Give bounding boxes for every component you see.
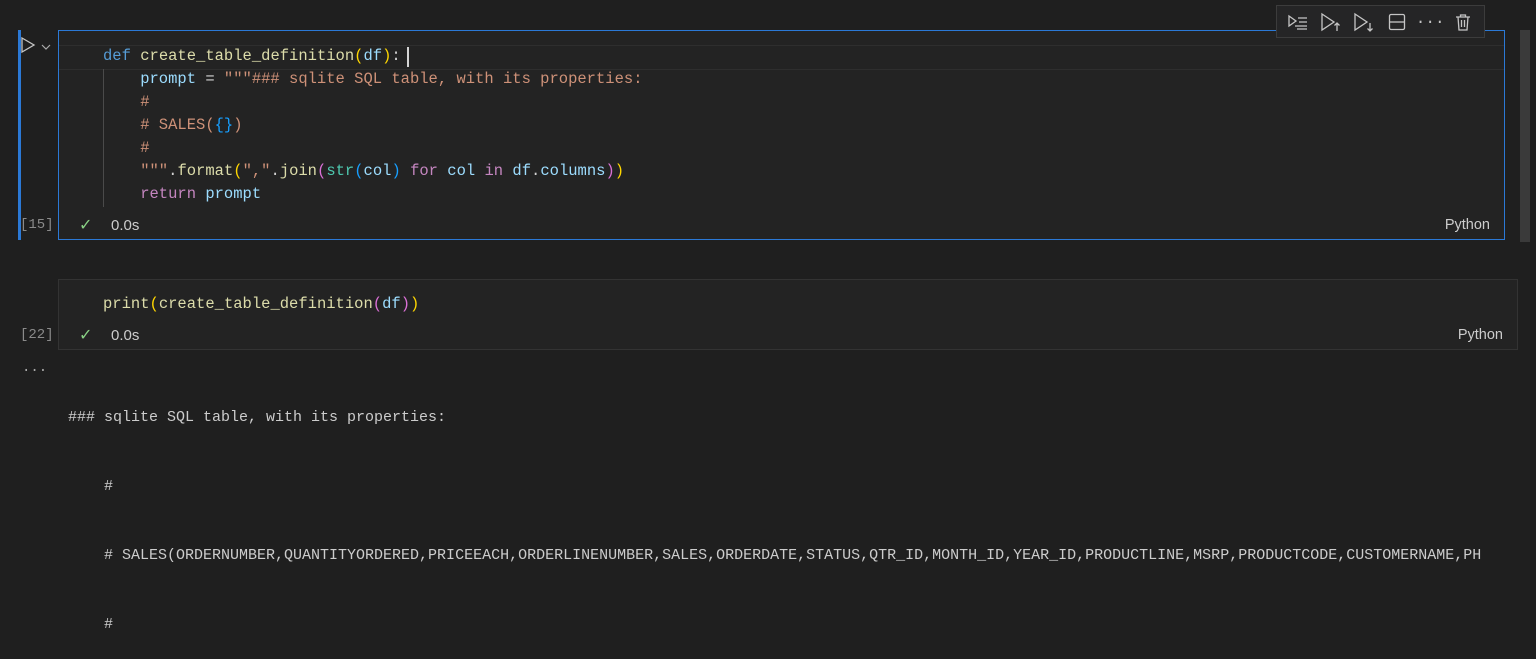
code-token: ) xyxy=(233,116,243,134)
code-line: # xyxy=(103,91,643,114)
code-token: format xyxy=(177,162,234,180)
code-token: # xyxy=(103,139,150,157)
execution-time: 0.0s xyxy=(111,327,140,344)
code-token: ) xyxy=(605,162,615,180)
code-token: for xyxy=(410,162,438,180)
code-line: """.format(",".join(str(col) for col in … xyxy=(103,160,643,183)
scrollbar-thumb[interactable] xyxy=(1520,30,1530,242)
code-token: ) xyxy=(614,162,625,180)
code-token: . xyxy=(531,162,541,180)
delete-icon[interactable] xyxy=(1447,6,1479,38)
code-token: df xyxy=(363,47,383,65)
language-selector[interactable]: Python xyxy=(1458,327,1503,343)
output-more-icon[interactable]: ... xyxy=(22,360,47,376)
code-token: col xyxy=(447,162,476,180)
code-token: : xyxy=(391,47,401,65)
code-line: def create_table_definition(df): xyxy=(103,45,643,68)
code-token: """### sqlite SQL table, with its proper… xyxy=(223,70,643,88)
code-token: ( xyxy=(354,162,364,180)
execution-count: [15] xyxy=(20,217,54,233)
code-token: {} xyxy=(214,116,234,134)
run-cell-icon[interactable] xyxy=(19,36,37,59)
language-selector[interactable]: Python xyxy=(1445,217,1490,233)
code-line: prompt = """### sqlite SQL table, with i… xyxy=(103,68,643,91)
execute-above-icon[interactable] xyxy=(1315,6,1347,38)
cell-focus-indicator xyxy=(18,30,21,240)
success-check-icon: ✓ xyxy=(79,215,93,234)
code-editor[interactable]: def create_table_definition(df): prompt … xyxy=(103,45,643,206)
code-token: str xyxy=(326,162,355,180)
code-token: return xyxy=(103,185,197,203)
run-by-line-icon[interactable] xyxy=(1282,6,1314,38)
code-token: df xyxy=(512,162,532,180)
code-token: # SALES( xyxy=(103,116,215,134)
code-token: ) xyxy=(410,295,420,313)
code-token: create_table_definition xyxy=(158,295,373,313)
code-token: columns xyxy=(540,162,606,180)
code-editor[interactable]: print(create_table_definition(df)) xyxy=(103,293,419,316)
output-line: # xyxy=(68,616,114,633)
execution-time: 0.0s xyxy=(111,217,140,234)
code-token: ) xyxy=(400,295,410,313)
execute-below-icon[interactable] xyxy=(1348,6,1380,38)
split-cell-icon[interactable] xyxy=(1381,6,1413,38)
code-line: return prompt xyxy=(103,183,643,206)
code-token: prompt xyxy=(103,70,197,88)
code-token: ( xyxy=(372,295,383,313)
code-token: df xyxy=(382,295,401,313)
cell-toolbar: ··· xyxy=(1276,5,1485,38)
execution-count: [22] xyxy=(20,327,54,343)
code-token: . xyxy=(270,162,280,180)
cell-output: ### sqlite SQL table, with its propertie… xyxy=(68,360,1536,659)
code-token: in xyxy=(484,162,504,180)
code-token: ) xyxy=(382,47,392,65)
code-cell-2[interactable]: print(create_table_definition(df)) ✓ 0.0… xyxy=(58,279,1518,350)
code-token: = xyxy=(196,70,224,88)
text-cursor xyxy=(407,47,409,67)
code-token: """ xyxy=(103,162,169,180)
code-cell-1[interactable]: def create_table_definition(df): prompt … xyxy=(58,30,1505,240)
output-line: # SALES(ORDERNUMBER,QUANTITYORDERED,PRIC… xyxy=(68,547,1482,564)
code-token: def xyxy=(103,47,141,65)
code-token: ) xyxy=(391,162,401,180)
output-line: ### sqlite SQL table, with its propertie… xyxy=(68,409,447,426)
more-icon[interactable]: ··· xyxy=(1414,6,1446,38)
code-token: # xyxy=(103,93,150,111)
run-options-chevron-icon[interactable] xyxy=(41,38,51,56)
output-line: # xyxy=(68,478,114,495)
code-line: print(create_table_definition(df)) xyxy=(103,293,419,316)
code-token: create_table_definition xyxy=(140,47,355,65)
code-token: ( xyxy=(233,162,243,180)
code-token: col xyxy=(363,162,392,180)
code-token: print xyxy=(103,295,150,313)
success-check-icon: ✓ xyxy=(79,325,93,344)
code-line: # xyxy=(103,137,643,160)
code-token: "," xyxy=(242,162,271,180)
code-token: join xyxy=(279,162,317,180)
code-line: # SALES({}) xyxy=(103,114,643,137)
code-token: ( xyxy=(149,295,159,313)
code-token: prompt xyxy=(205,185,262,203)
code-token: ( xyxy=(317,162,327,180)
